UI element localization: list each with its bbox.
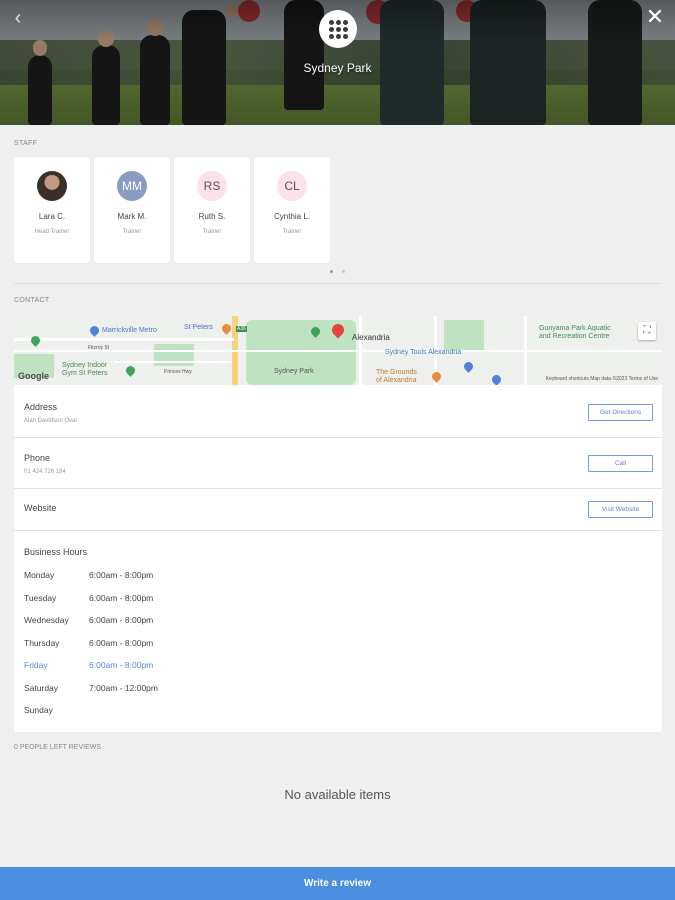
map-road-sign: A36 xyxy=(236,326,247,332)
map-road xyxy=(114,361,232,363)
website-title: Website xyxy=(24,503,57,513)
staff-section-label: STAFF xyxy=(14,140,38,147)
hours-day: Sunday xyxy=(24,705,53,715)
avatar: MM xyxy=(117,171,147,201)
map-label: The Grounds of Alexandria xyxy=(376,369,417,384)
avatar: CL xyxy=(277,171,307,201)
contact-card: Marrickville Metro St Peters Fitzroy St … xyxy=(14,316,662,732)
map-park xyxy=(444,320,484,350)
visit-website-button[interactable]: Visit Website xyxy=(588,501,653,518)
write-review-button[interactable]: Write a review xyxy=(0,867,675,900)
hours-day: Friday xyxy=(24,660,48,670)
map-label: Sydney Park xyxy=(274,368,314,375)
website-row: Website Visit Website xyxy=(14,489,662,531)
phone-title: Phone xyxy=(24,453,51,463)
hours-time: 7:00am - 12:00pm xyxy=(89,682,158,693)
fullscreen-icon[interactable]: ⛶ xyxy=(638,322,656,340)
staff-name: Ruth S. xyxy=(198,212,226,221)
hours-day: Saturday xyxy=(24,682,59,693)
avatar xyxy=(37,171,67,201)
map-label: Alexandria xyxy=(352,333,390,342)
staff-role: Trainer xyxy=(122,229,142,235)
staff-role: Trainer xyxy=(282,229,302,235)
location-map[interactable]: Marrickville Metro St Peters Fitzroy St … xyxy=(14,316,662,385)
contact-section-label: CONTACT xyxy=(14,297,50,304)
hours-time: 6:00am - 8:00pm xyxy=(89,592,154,603)
staff-name: Cynthia L. xyxy=(273,212,311,221)
address-row: Address Alan Davidson Oval Get Direction… xyxy=(14,388,662,438)
hours-row: Wednesday 6:00am - 8:00pm xyxy=(24,615,324,638)
map-label: Sydney Indoor Gym St Peters xyxy=(62,362,108,377)
google-logo: Google xyxy=(18,371,49,381)
hours-row-today: Friday 6:00am - 8:00pm xyxy=(24,660,324,683)
hours-row: Saturday 7:00am - 12:00pm xyxy=(24,683,324,706)
divider xyxy=(14,283,661,284)
close-icon[interactable]: ✕ xyxy=(643,5,667,29)
staff-card[interactable]: CL Cynthia L. Trainer xyxy=(254,157,330,263)
map-label: Princes Hwy xyxy=(164,369,192,375)
hours-day: Monday xyxy=(24,570,55,580)
reviews-count-label: 0 PEOPLE LEFT REVIEWS xyxy=(14,744,102,751)
empty-state-text: No available items xyxy=(284,787,391,802)
business-hours-title: Business Hours xyxy=(24,547,88,557)
map-pin-icon[interactable] xyxy=(88,324,101,337)
staff-carousel[interactable]: Lara C. Head Trainer MM Mark M. Trainer … xyxy=(14,157,330,263)
map-road xyxy=(14,350,662,352)
map-pin-icon[interactable] xyxy=(29,334,42,347)
pager-dot-active[interactable] xyxy=(330,270,333,273)
map-label: Sydney Tools Alexandria xyxy=(385,349,462,356)
staff-role: Trainer xyxy=(202,229,222,235)
staff-card[interactable]: MM Mark M. Trainer xyxy=(94,157,170,263)
staff-card[interactable]: Lara C. Head Trainer xyxy=(14,157,90,263)
dots-grid-logo-icon xyxy=(319,10,357,48)
staff-name: Lara C. xyxy=(38,212,66,221)
staff-name: Mark M. xyxy=(117,212,147,221)
map-road xyxy=(359,316,362,385)
hours-row: Monday 6:00am - 8:00pm xyxy=(24,570,324,593)
hours-day: Thursday xyxy=(24,637,60,648)
map-road xyxy=(14,338,234,341)
avatar: RS xyxy=(197,171,227,201)
map-road xyxy=(524,316,527,385)
staff-role: Head Trainer xyxy=(34,229,70,235)
hours-day: Tuesday xyxy=(24,592,57,603)
hero-banner: ‹ ✕ Sydney Park xyxy=(0,0,675,125)
venue-name: Sydney Park xyxy=(303,61,372,75)
map-label: St Peters xyxy=(184,324,213,331)
hours-time: 6:00am - 8:00pm xyxy=(89,637,154,648)
map-pin-icon[interactable] xyxy=(124,364,137,377)
hours-time: 6:00am - 8:00pm xyxy=(89,570,154,580)
hours-time: 6:00am - 8:00pm xyxy=(89,615,154,625)
map-pin-icon[interactable] xyxy=(462,360,475,373)
map-label: Fitzroy St xyxy=(88,345,110,351)
carousel-pager xyxy=(330,270,345,273)
map-pin-icon[interactable] xyxy=(430,370,443,383)
staff-card[interactable]: RS Ruth S. Trainer xyxy=(174,157,250,263)
address-title: Address xyxy=(24,402,58,412)
map-label: Gunyama Park Aquatic and Recreation Cent… xyxy=(539,325,611,340)
map-label: Marrickville Metro xyxy=(102,327,157,334)
phone-row: Phone 01 424 726 184 Call xyxy=(14,439,662,489)
business-hours-list: Monday 6:00am - 8:00pm Tuesday 6:00am - … xyxy=(24,570,324,728)
hours-day: Wednesday xyxy=(24,615,69,625)
hours-row: Sunday xyxy=(24,705,324,728)
address-value: Alan Davidson Oval xyxy=(24,418,77,424)
hours-row: Thursday 6:00am - 8:00pm xyxy=(24,638,324,661)
map-pin-icon[interactable] xyxy=(490,373,503,385)
map-pin-icon[interactable] xyxy=(220,322,233,335)
get-directions-button[interactable]: Get Directions xyxy=(588,404,653,421)
chevron-left-icon[interactable]: ‹ xyxy=(6,6,30,30)
hours-time: 6:00am - 8:00pm xyxy=(89,660,154,670)
phone-value: 01 424 726 184 xyxy=(24,469,66,475)
call-button[interactable]: Call xyxy=(588,455,653,472)
map-attribution[interactable]: Keyboard shortcuts Map data ©2023 Terms … xyxy=(546,376,658,382)
hours-row: Tuesday 6:00am - 8:00pm xyxy=(24,593,324,616)
pager-dot[interactable] xyxy=(342,270,345,273)
